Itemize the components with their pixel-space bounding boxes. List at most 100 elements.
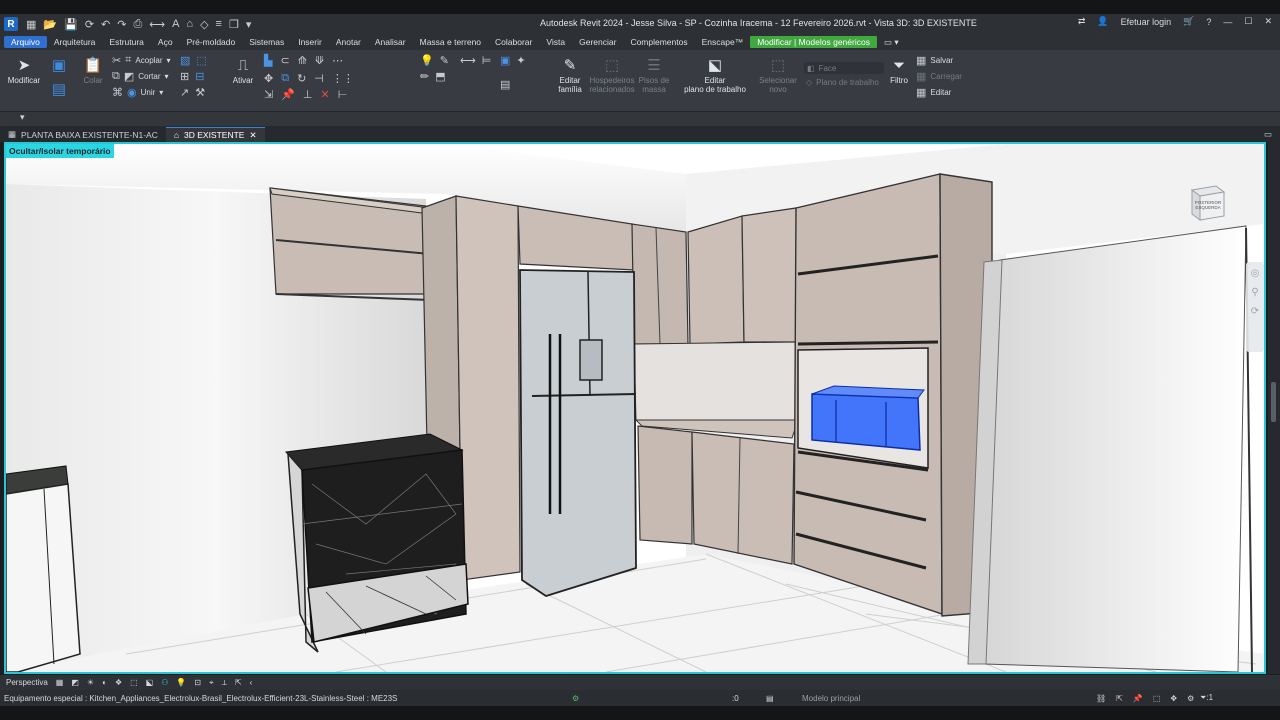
thin-lines-icon[interactable]: ≡	[216, 18, 222, 30]
tab-arquitetura[interactable]: Arquitetura	[47, 36, 103, 48]
array-icon[interactable]: ⋮⋮	[332, 72, 354, 85]
override-graphics-icon[interactable]: ✎	[440, 54, 449, 67]
tab-estrutura[interactable]: Estrutura	[102, 36, 151, 48]
tab-analisar[interactable]: Analisar	[368, 36, 413, 48]
measure-tool-icon[interactable]: ⟷	[460, 54, 476, 67]
sun-path-icon[interactable]: ☀	[87, 678, 94, 687]
sync-icon[interactable]: ⟳	[85, 18, 94, 31]
detail-level-icon[interactable]: ▦	[56, 678, 64, 687]
tab-colaborar[interactable]: Colaborar	[488, 36, 539, 48]
create-assembly-icon[interactable]: ▤	[500, 78, 510, 91]
text-icon[interactable]: A	[172, 18, 179, 30]
edit-selection-button[interactable]: ▦ Editar	[916, 86, 951, 99]
analytical-model-icon[interactable]: ⌖	[209, 678, 214, 688]
split-element-icon[interactable]: ⋯	[332, 54, 343, 67]
3d-viewport[interactable]: Ocultar/Isolar temporário POSTERIOR ESQU…	[4, 142, 1266, 674]
trim-icon[interactable]: ⊣	[314, 72, 324, 85]
tab-inserir[interactable]: Inserir	[291, 36, 329, 48]
hosted-related-button[interactable]: ⬚ Hospedeiros relacionados	[588, 54, 636, 95]
vertical-scrollbar-thumb[interactable]	[1271, 382, 1276, 422]
tab-3d-existente[interactable]: ⌂ 3D EXISTENTE ✕	[165, 127, 265, 142]
linework-icon[interactable]: ✏	[420, 70, 429, 83]
tab-list-icon[interactable]: ▭	[1256, 127, 1280, 142]
tab-complementos[interactable]: Complementos	[623, 36, 694, 48]
zoom-icon[interactable]: ⚲	[1251, 287, 1258, 298]
edit-family-button[interactable]: ✎ Editar família	[556, 54, 584, 95]
save-selection-button[interactable]: ▦ Salvar	[916, 54, 953, 67]
tab-vista[interactable]: Vista	[539, 36, 572, 48]
save-icon[interactable]: 💾	[64, 18, 78, 31]
tab-gerenciar[interactable]: Gerenciar	[572, 36, 623, 48]
select-underlay-icon[interactable]: ⇱	[1116, 694, 1123, 703]
view-bar-scroll-left-icon[interactable]: ‹	[250, 678, 253, 687]
mass-floors-button[interactable]: ☰ Pisos de massa	[638, 54, 670, 95]
active-model-dropdown[interactable]: Modelo principal	[802, 694, 860, 703]
design-options-icon[interactable]: ▤	[766, 694, 774, 703]
copy-element-icon[interactable]: ⧉	[281, 72, 289, 85]
pick-icon[interactable]: ↗	[180, 86, 189, 99]
trim-extend-icon[interactable]: ⊢	[338, 88, 348, 101]
projection-label[interactable]: Perspectiva	[6, 678, 48, 687]
filter-button[interactable]: ⏷ Filtro	[888, 54, 910, 86]
close-icon[interactable]: ✕	[1264, 16, 1272, 27]
dimension-icon[interactable]: ⊨	[482, 54, 492, 67]
edit-workplane-button[interactable]: ⬕ Editar plano de trabalho	[680, 54, 750, 95]
demolish-icon[interactable]: ⊟	[195, 70, 204, 83]
user-icon[interactable]: 👤	[1097, 16, 1108, 27]
workplane-option[interactable]: ◇ Plano de trabalho	[806, 78, 879, 87]
render-icon[interactable]: ❖	[115, 678, 122, 687]
redo-icon[interactable]: ↷	[117, 18, 126, 31]
tab-anotar[interactable]: Anotar	[329, 36, 368, 48]
couple-button[interactable]: ✂ ⌗ Acoplar ▾	[112, 54, 171, 67]
reveal-hidden-icon[interactable]: 💡	[176, 678, 186, 687]
tab-sistemas[interactable]: Sistemas	[242, 36, 291, 48]
constraints-icon[interactable]: ⟂	[222, 678, 227, 688]
view-properties-icon[interactable]: ⬒	[435, 70, 445, 83]
cart-icon[interactable]: 🛒	[1183, 16, 1194, 27]
share-icon[interactable]: ⇄	[1078, 16, 1086, 27]
undo-icon[interactable]: ↶	[101, 18, 110, 31]
filter-status[interactable]: ⏷:1	[1200, 693, 1213, 703]
open-icon[interactable]: 📂	[43, 18, 57, 31]
maximize-icon[interactable]: ☐	[1244, 16, 1252, 27]
unpin-icon[interactable]: ⊥	[303, 88, 313, 101]
switch-windows-icon[interactable]: ❐	[229, 18, 239, 31]
3d-view-icon[interactable]: ⌂	[186, 18, 193, 30]
align-icon[interactable]: ▙	[264, 54, 272, 67]
properties-icon[interactable]: ▣	[48, 54, 70, 76]
create-parts-icon[interactable]: ✦	[516, 54, 525, 67]
section-icon[interactable]: ◇	[200, 18, 208, 31]
pin-icon[interactable]: 📌	[281, 88, 295, 101]
select-pinned-icon[interactable]: 📌	[1133, 694, 1143, 703]
kitchen-3d-model[interactable]	[6, 144, 1264, 672]
background-process-icon[interactable]: ⚙	[1187, 694, 1194, 703]
shadows-icon[interactable]: ◐	[102, 678, 107, 687]
modify-button[interactable]: ➤ Modificar	[6, 54, 42, 86]
temporary-hide-icon[interactable]: ⚇	[161, 678, 168, 687]
worksharing-display-icon[interactable]: ⊡	[194, 678, 201, 687]
drag-elements-icon[interactable]: ✥	[1170, 694, 1177, 703]
face-option[interactable]: ◧ Face	[804, 62, 884, 74]
move-icon[interactable]: ✥	[264, 72, 273, 85]
select-by-face-icon[interactable]: ⬚	[1153, 694, 1161, 703]
delete-icon[interactable]: ✕	[321, 88, 330, 101]
steering-wheel-icon[interactable]: ◎	[1251, 268, 1260, 279]
show-crop-icon[interactable]: ⬕	[146, 678, 154, 687]
minimize-icon[interactable]: —	[1223, 17, 1232, 27]
split-face-icon[interactable]: ⬚	[196, 54, 206, 67]
visual-style-icon[interactable]: ◩	[71, 678, 79, 687]
vertical-scrollbar[interactable]	[1268, 142, 1280, 674]
home-icon[interactable]: ▦	[26, 18, 36, 31]
paste-button[interactable]: 📋 Colar	[80, 54, 106, 86]
worksets-icon[interactable]: ⚙	[572, 694, 579, 703]
tab-close-icon[interactable]: ✕	[249, 130, 256, 141]
offset-icon[interactable]: ⊂	[280, 54, 289, 67]
create-group-icon[interactable]: ▣	[500, 54, 510, 67]
tab-pre-moldado[interactable]: Pré-moldado	[180, 36, 243, 48]
wall-joins-icon[interactable]: ⊞	[180, 70, 189, 83]
highlight-displacement-icon[interactable]: ⇱	[235, 678, 242, 687]
crop-view-icon[interactable]: ⬚	[130, 678, 138, 687]
customize-qat-icon[interactable]: ▾	[246, 18, 252, 31]
load-selection-button[interactable]: ▦ Carregar	[916, 70, 962, 83]
measure-icon[interactable]: ⟷	[149, 18, 165, 31]
